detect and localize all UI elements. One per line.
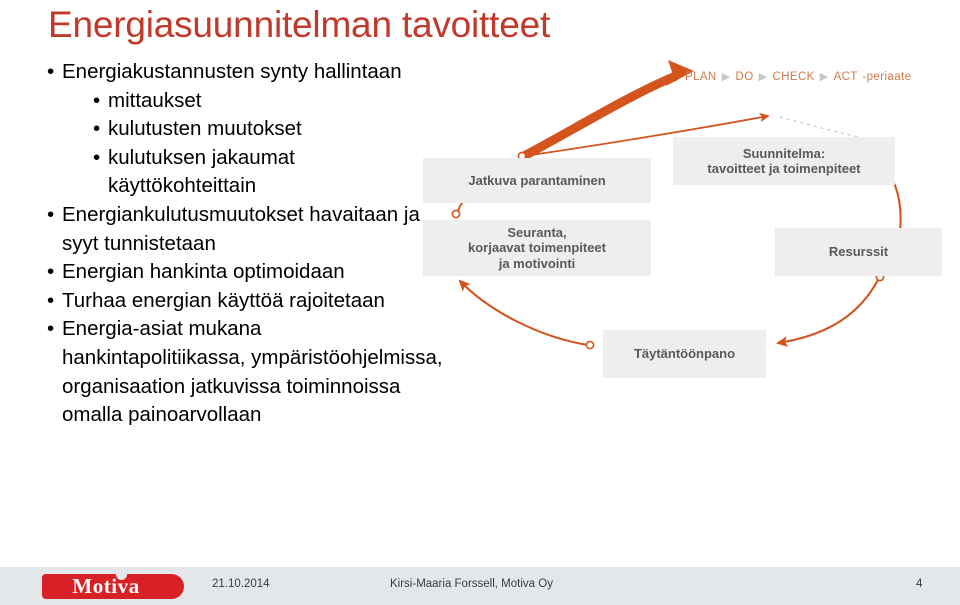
footer-author: Kirsi-Maaria Forssell, Motiva Oy (390, 578, 553, 590)
bullet-item: • Energiakustannusten synty hallintaan (46, 58, 446, 87)
bullet-marker-icon: • (47, 202, 55, 226)
pdca-word-act: ACT (833, 71, 858, 83)
box-resurssit: Resurssit (775, 228, 942, 276)
bullet-marker-icon: • (47, 288, 55, 312)
triangle-right-icon: ▶ (758, 71, 768, 83)
pdca-suffix: -periaate (858, 71, 912, 83)
bullet-item: • Turhaa energian käyttöä rajoitetaan (46, 287, 446, 316)
bullet-text: Energiakustannusten synty hallintaan (62, 60, 402, 83)
pdca-diagram: Jatkuva parantaminen Seuranta, korjaavat … (418, 55, 960, 405)
bullet-text: Energiankulutusmuutokset havaitaan ja sy… (62, 202, 420, 255)
pdca-caption: PLAN ▶ DO ▶ CHECK ▶ ACT -periaate (684, 70, 911, 83)
bullet-marker-icon: • (93, 88, 101, 112)
bullet-text: kulutusten muutokset (108, 117, 302, 141)
bullet-marker-icon: • (93, 145, 101, 169)
arrow-taytanto-to-seuranta (458, 279, 589, 347)
footer-date: 21.10.2014 (212, 578, 270, 590)
bullet-text: mittaukset (108, 88, 202, 112)
bullet-marker-icon: • (47, 317, 55, 341)
page-title: Energiasuunnitelman tavoitteet (48, 4, 551, 45)
bullet-item: • kulutusten muutokset (92, 115, 446, 144)
triangle-right-icon: ▶ (819, 71, 829, 83)
footer-page-number: 4 (916, 578, 923, 590)
bullet-text: Energia-asiat mukana hankintapolitiikass… (62, 317, 443, 427)
arrow-resurssit-to-taytanto (775, 279, 879, 347)
slide: Energiasuunnitelman tavoitteet • Energiak… (0, 0, 960, 605)
box-seuranta: Seuranta, korjaavat toimenpiteet ja motivo… (423, 220, 651, 276)
node-dot-seuranta (451, 209, 461, 219)
logo-wordmark: Motiva (72, 574, 140, 598)
bullet-list: • Energiakustannusten synty hallintaan • mi… (46, 58, 446, 430)
bullet-text: kulutuksen jakaumat käyttökohteittain (108, 145, 295, 198)
bullet-text: Turhaa energian käyttöä rajoitetaan (62, 288, 385, 312)
triangle-right-icon: ▶ (721, 71, 731, 83)
bullet-item: • mittaukset (92, 87, 446, 116)
node-dot-taytanto (585, 340, 595, 350)
footer-bar: Motiva 21.10.2014 Kirsi-Maaria Forssell,… (0, 567, 960, 605)
pdca-word-check: CHECK (772, 71, 815, 83)
box-suunnitelma-label: Suunnitelma: tavoitteet ja toimenpiteet (707, 145, 861, 177)
bullet-marker-icon: • (47, 260, 55, 284)
box-suunnitelma: Suunnitelma: tavoitteet ja toimenpiteet (673, 137, 895, 185)
box-taytantoonpano: Täytäntöönpano (603, 330, 766, 378)
bullet-marker-icon: • (47, 60, 55, 83)
motiva-logo: Motiva (42, 573, 184, 599)
bullet-text: Energian hankinta optimoidaan (62, 260, 345, 284)
bullet-item: • kulutuksen jakaumat käyttökohteittain (92, 144, 446, 201)
bullet-marker-icon: • (93, 117, 101, 141)
box-jatkuva-parantaminen: Jatkuva parantaminen (423, 158, 651, 203)
bullet-item: • Energiankulutusmuutokset havaitaan ja s… (46, 201, 446, 258)
pdca-word-plan: PLAN (685, 71, 717, 83)
bullet-item: • Energian hankinta optimoidaan (46, 258, 446, 287)
box-seuranta-label: Seuranta, korjaavat toimenpiteet ja motivo… (468, 224, 606, 271)
pdca-word-do: DO (735, 71, 754, 83)
bullet-item: • Energia-asiat mukana hankintapolitiikas… (46, 315, 446, 429)
